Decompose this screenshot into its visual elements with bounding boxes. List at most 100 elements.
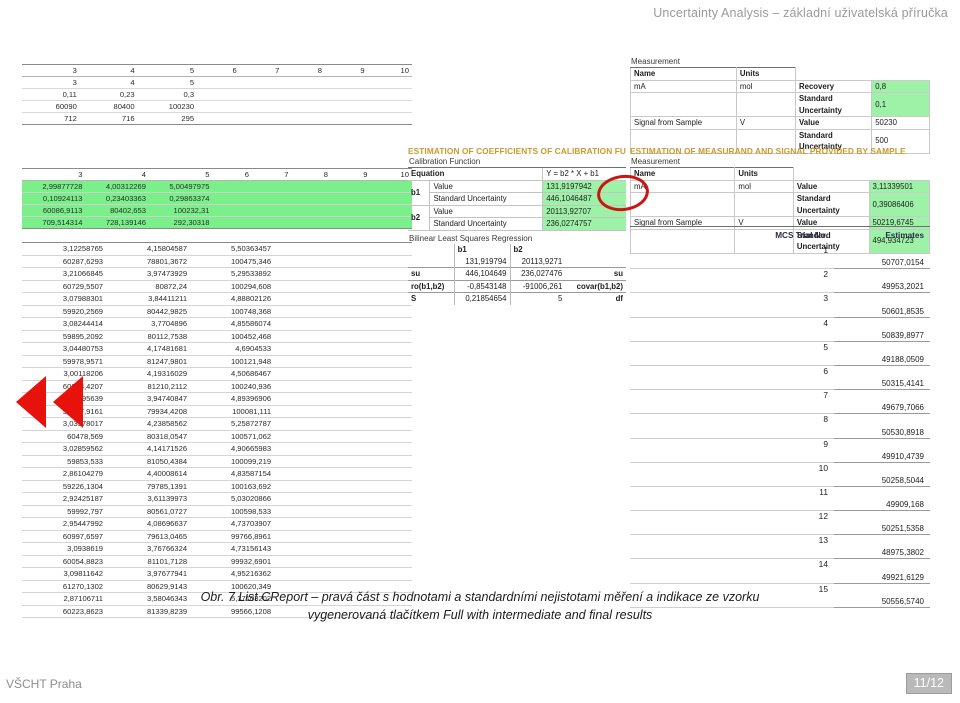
table-header-row: MCS Trial No. Estimates	[630, 226, 930, 245]
table-row: mA mol Value 3,11339501	[629, 179, 930, 193]
table-row: 12 50251,5358	[630, 510, 930, 536]
table-row: 2,95447992 4,08696637 4,73703907	[22, 517, 412, 531]
figure-caption-line-2: vygenerovaná tlačítkem Full with interme…	[307, 608, 653, 622]
cell-value: 3,11339501	[868, 179, 930, 193]
spacer-cell	[630, 365, 718, 391]
table-cell	[239, 76, 283, 89]
cell-b2: 20113,9271	[509, 255, 566, 268]
table-row: 60054,8823 81101,7128 99932,6901	[22, 555, 412, 568]
table-row: 5 49188,0509	[630, 341, 930, 366]
table-cell	[367, 100, 412, 113]
cell-b2: 236,027476	[509, 267, 566, 280]
table-cell: 60090	[22, 100, 80, 113]
table-row: 0,11 0,23 0,3	[22, 88, 412, 101]
calibration-function-label: Calibration Function	[409, 157, 481, 166]
table-cell: 60054,8823	[22, 555, 107, 568]
table-cell: 59853,533	[22, 455, 107, 468]
footer-page-number: 11/12	[905, 673, 952, 694]
cell-estimate: 49953,2021	[834, 268, 930, 294]
col-header: 4	[85, 168, 149, 181]
table-cell: 59895,2092	[22, 330, 107, 343]
table-cell	[370, 180, 412, 193]
cell-estimate: 49188,0509	[834, 341, 930, 366]
table-cell	[343, 542, 412, 556]
table-cell	[343, 467, 412, 481]
col-header-b2: b2	[509, 244, 566, 256]
table-cell	[282, 112, 325, 125]
table-cell: 60729,5507	[22, 280, 107, 293]
table-cell: 2,86104279	[22, 467, 107, 481]
cell-trial-no: 9	[718, 438, 834, 463]
table-row: 59992,797 80561,0727 100598,533	[22, 505, 412, 518]
table-cell: 60997,6597	[22, 530, 107, 543]
cell-estimate: 49910,4739	[834, 438, 930, 463]
table-cell: 59920,2569	[22, 305, 107, 318]
col-header-b1: b1	[453, 244, 511, 256]
spacer-cell	[630, 226, 718, 245]
table-cell	[251, 204, 292, 217]
table-header-row: Name Units	[629, 167, 930, 181]
table-cell	[343, 430, 412, 443]
table-cell	[274, 467, 344, 481]
table-cell: 3,61139973	[106, 492, 191, 506]
spacer-cell	[630, 341, 718, 366]
cell-b1: 446,104649	[453, 267, 511, 280]
cell-value: 0,8	[871, 79, 930, 93]
col-header: 6	[212, 168, 252, 181]
cell-trial-no: 14	[718, 558, 834, 584]
table-cell	[274, 430, 344, 443]
table-cell: 80112,7538	[106, 330, 191, 343]
table-cell	[274, 367, 344, 381]
table-cell: 60287,6293	[22, 255, 107, 268]
cell-key: Recovery	[794, 79, 873, 93]
table-header-row: 3 4 5 6 7 8 9 10	[22, 64, 412, 77]
table-cell	[343, 330, 412, 343]
cell-estimate: 49679,7066	[834, 389, 930, 415]
document-header-title: Uncertainty Analysis – základní uživatel…	[653, 6, 948, 20]
table-cell	[370, 192, 412, 205]
col-header: 3	[22, 64, 80, 77]
table-cell	[343, 305, 412, 318]
table-cell	[343, 242, 412, 256]
cell-name: mA	[630, 79, 737, 93]
table-row: 14 49921,6129	[630, 558, 930, 584]
table-row: 3,04480753 4,17481681 4,6904533	[22, 342, 412, 356]
spacer-cell	[565, 244, 626, 256]
table-cell: 4,14171526	[106, 442, 191, 456]
top-left-data-table: 3 4 5 6 7 8 9 10 3 4 5 0,11 0,23 0,3 60090 80400 100230 7…	[22, 64, 412, 125]
spacer-cell	[630, 534, 718, 560]
spacer-cell	[630, 558, 718, 584]
table-cell	[343, 567, 412, 581]
table-row: 3,08244414 3,7704896 4,85586074	[22, 317, 412, 331]
table-row: b2 Value 20113,92707	[408, 204, 626, 231]
table-cell	[343, 367, 412, 381]
table-row: 345	[22, 76, 412, 89]
cell-label: ro(b1,b2)	[408, 279, 455, 293]
table-cell: 3,12258765	[22, 242, 107, 256]
table-cell	[212, 216, 252, 229]
table-cell	[343, 280, 412, 293]
table-cell	[274, 555, 344, 568]
table-cell: 716	[79, 112, 138, 125]
table-cell	[274, 405, 344, 418]
table-cell: 4,6904533	[190, 342, 275, 356]
table-cell	[343, 442, 412, 456]
table-cell: 99932,6901	[190, 555, 275, 568]
table-cell: 81101,7128	[106, 555, 191, 568]
spacer-cell	[630, 438, 718, 463]
cell-trial-no: 6	[718, 365, 834, 391]
table-cell: 2,99877728	[22, 180, 86, 193]
table-cell	[282, 88, 325, 101]
cell-estimate: 50258,5044	[834, 462, 930, 487]
cell-key: Standard Uncertainty	[429, 217, 543, 231]
table-cell	[251, 216, 292, 229]
table-cell	[343, 405, 412, 418]
cell-units: mol	[734, 179, 794, 193]
cell-coefficient: b2	[408, 204, 430, 231]
table-row: Standard Uncertainty 0,1	[630, 92, 930, 117]
table-row: 60997,6597 79613,0465 99766,8961	[22, 530, 412, 543]
table-cell	[274, 455, 344, 468]
table-row: 2,99877728 4,00312269 5,00497975	[22, 180, 412, 193]
cell-estimate: 50839,8977	[834, 317, 930, 342]
table-cell	[274, 530, 344, 543]
